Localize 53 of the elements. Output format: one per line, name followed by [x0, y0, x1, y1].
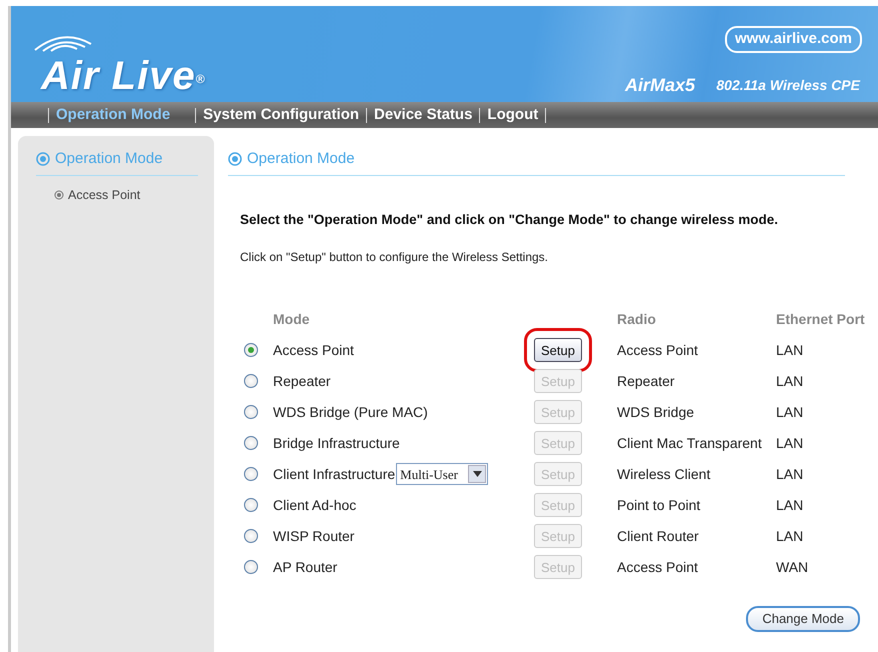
sidebar-item[interactable]: Access Point — [68, 186, 140, 204]
mode-label: Client Infrastructure — [273, 464, 396, 484]
nav-link[interactable]: Device Status — [374, 104, 472, 126]
radio-mode-cell-text: Repeater — [617, 372, 676, 391]
radio-button[interactable] — [244, 405, 258, 420]
mode-label: Repeater — [273, 372, 331, 391]
nav-link[interactable]: Operation Mode — [56, 104, 170, 126]
nav-link[interactable]: Logout — [487, 104, 538, 126]
sidebar-title: Operation Mode — [55, 149, 163, 169]
ethernet-port-cell-text: LAN — [776, 372, 804, 391]
change-mode-button[interactable]: Change Mode — [746, 606, 860, 632]
target-icon — [36, 152, 50, 166]
nav-link[interactable]: System Configuration — [203, 104, 360, 126]
radio-mode-cell-text: Wireless Client — [617, 464, 712, 484]
website-label: www.airlive.com — [725, 26, 862, 52]
product-subtitle: 802.11a Wireless CPE — [716, 76, 860, 95]
ethernet-port-cell-text: LAN — [776, 340, 804, 360]
radio-button[interactable] — [244, 498, 258, 512]
instruction-heading: Select the "Operation Mode" and click on "Change Mode" to change wireless mode. — [240, 210, 779, 229]
ethernet-port-cell-text: LAN — [776, 526, 804, 546]
ethernet-port-cell-text: LAN — [776, 496, 804, 515]
mode-label: Client Ad-hoc — [273, 496, 356, 515]
section-title: Operation Mode — [247, 149, 355, 169]
radio-button[interactable] — [244, 374, 258, 388]
radio-mode-cell-text: WDS Bridge — [617, 402, 696, 422]
target-icon — [228, 152, 242, 166]
caret-icon — [472, 471, 482, 478]
ethernet-port-cell-text: LAN — [776, 402, 804, 422]
product-name: AirMax5 — [624, 74, 695, 97]
mode-label: WISP Router — [273, 526, 354, 546]
radio-button[interactable] — [244, 529, 258, 544]
ethernet-port-cell-text: LAN — [776, 434, 804, 453]
mode-label: AP Router — [273, 558, 338, 577]
ethernet-port-cell-text: LAN — [776, 464, 804, 484]
mode-label: Access Point — [273, 340, 354, 360]
radio-mode-cell-text: Point to Point — [617, 496, 702, 515]
radio-button[interactable] — [244, 343, 258, 358]
column-header: Radio — [617, 310, 657, 329]
ethernet-port-cell-text: WAN — [776, 558, 810, 577]
radio-button[interactable] — [244, 467, 258, 482]
radio-mode-cell-text: Access Point — [617, 558, 699, 577]
dropdown-select[interactable]: Multi-User — [396, 463, 488, 486]
radio-button[interactable] — [244, 436, 258, 450]
instruction-text: Click on "Setup" button to configure the Wireless Settings. — [240, 248, 550, 266]
mode-label: WDS Bridge (Pure MAC) — [273, 402, 428, 422]
column-header: Mode — [273, 310, 311, 329]
column-header: Ethernet Port — [776, 310, 866, 329]
radio-button[interactable] — [244, 560, 258, 574]
mode-label: Bridge Infrastructure — [273, 434, 400, 453]
radio-mode-cell-text: Client Router — [617, 526, 700, 546]
radio-mode-cell-text: Access Point — [617, 340, 699, 360]
logo: Air Live$^{®}$ — [41, 53, 206, 100]
radio-mode-cell-text: Client Mac Transparent — [617, 434, 763, 453]
